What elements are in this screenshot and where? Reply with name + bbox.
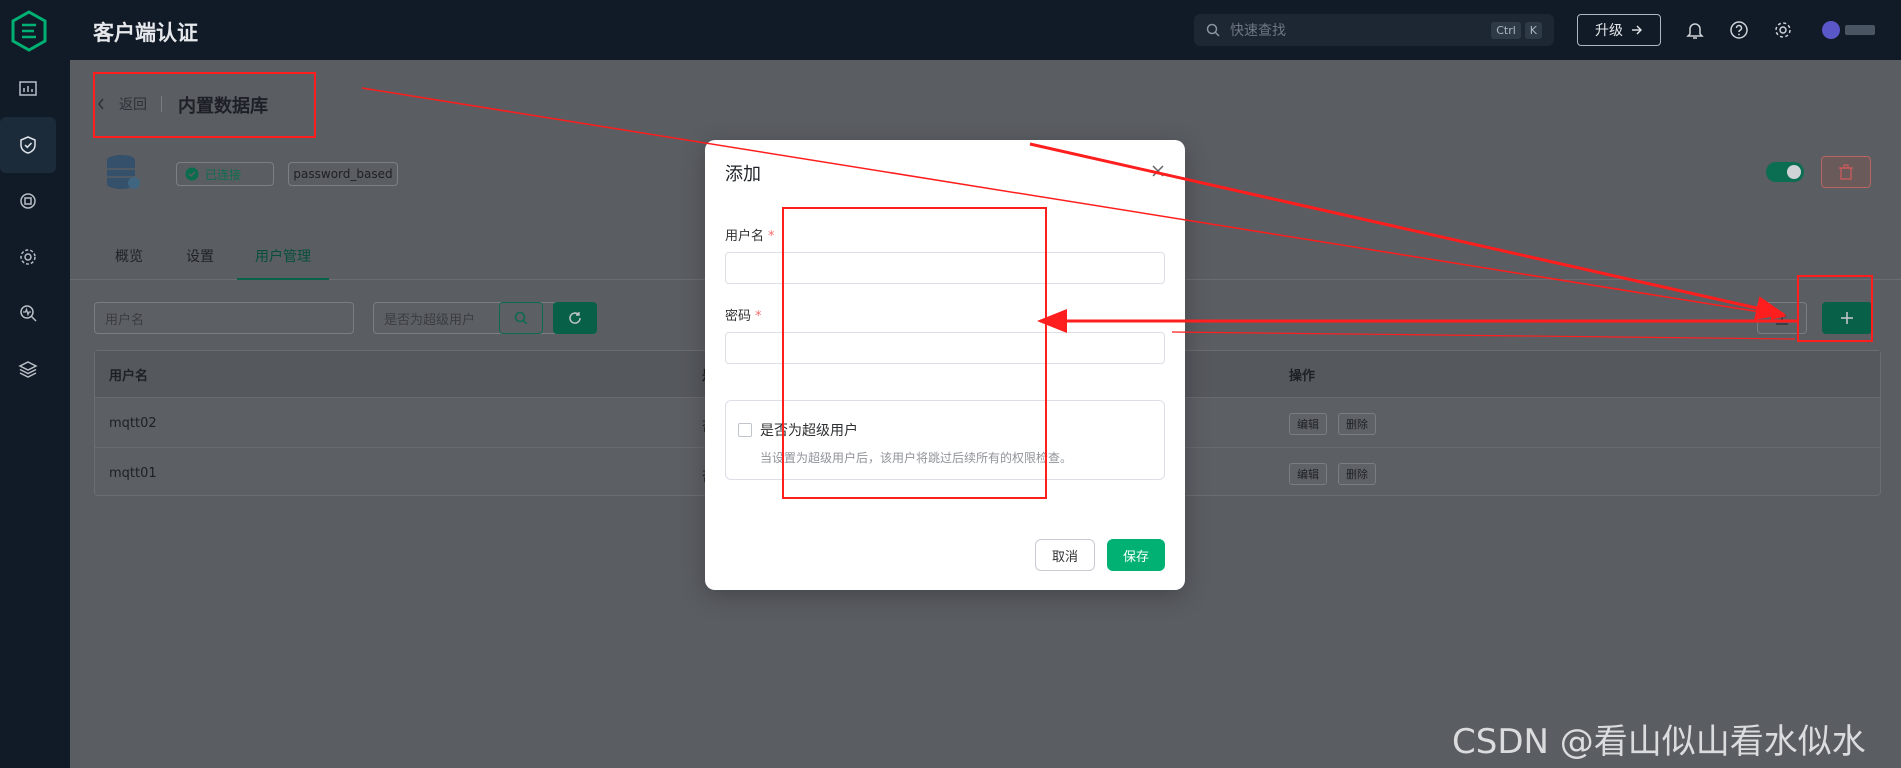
- annotation-arrows: [361, 87, 1797, 340]
- annotation-arrow-thick-right: [1029, 142, 1786, 320]
- annotation-arrow-thin: [361, 87, 1787, 320]
- annotation-arrow-thin-lower: [1171, 331, 1796, 340]
- watermark: CSDN @看山似山看水似水: [1452, 722, 1866, 762]
